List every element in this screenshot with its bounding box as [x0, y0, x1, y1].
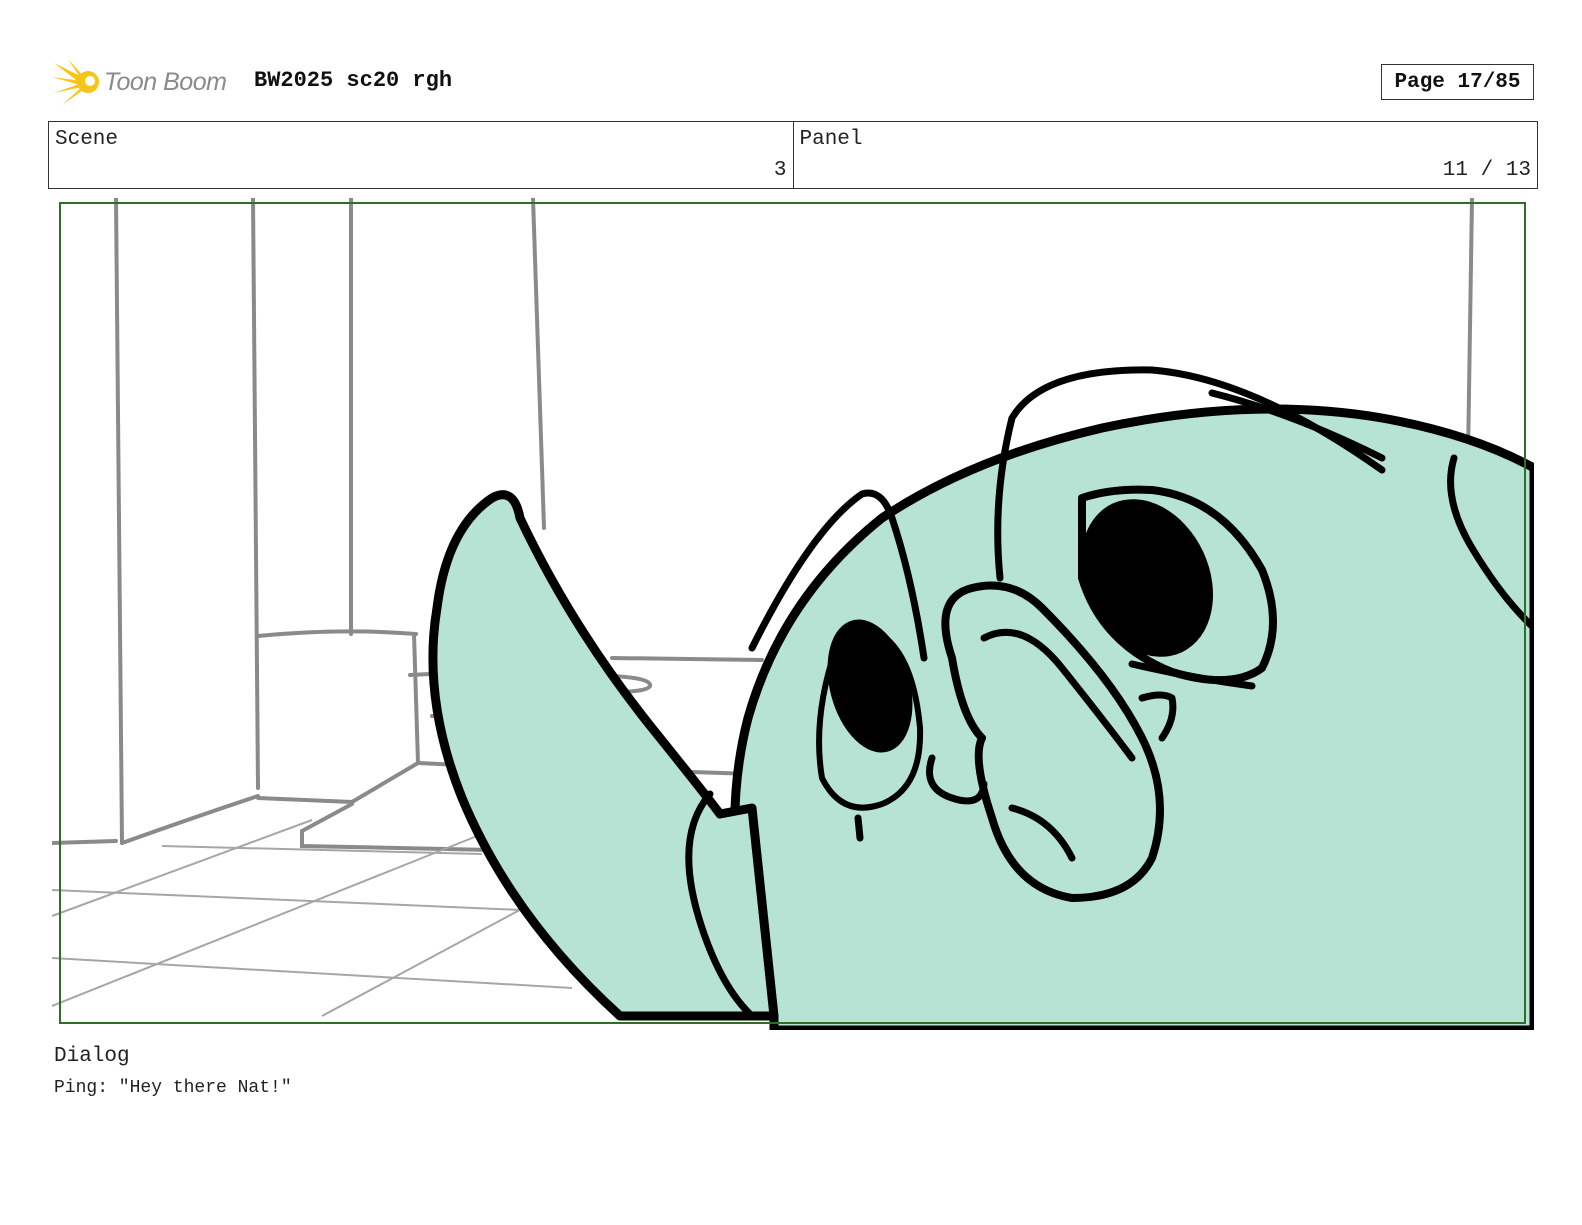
scene-cell: Scene 3	[49, 122, 793, 188]
document-title: BW2025 sc20 rgh	[254, 68, 453, 93]
panel-number: 11 / 13	[1442, 159, 1531, 182]
panel-drawing	[52, 198, 1534, 1030]
scene-number: 3	[773, 159, 787, 182]
scene-panel-table: Scene 3 Panel 11 / 13	[48, 121, 1538, 189]
toon-boom-logo: Toon Boom	[52, 56, 227, 108]
panel-label: Panel	[799, 128, 863, 151]
dialog-label: Dialog	[54, 1045, 130, 1068]
scene-label: Scene	[55, 128, 119, 151]
page-indicator: Page 17/85	[1381, 64, 1534, 100]
logo-text: Toon Boom	[104, 67, 227, 96]
panel-cell: Panel 11 / 13	[792, 122, 1538, 188]
starburst-logo-icon	[52, 59, 99, 105]
character-left-ear	[428, 490, 779, 1021]
storyboard-panel	[52, 198, 1534, 1030]
dialog-text: Ping: "Hey there Nat!"	[54, 1078, 292, 1098]
character-ping	[428, 366, 1534, 1030]
